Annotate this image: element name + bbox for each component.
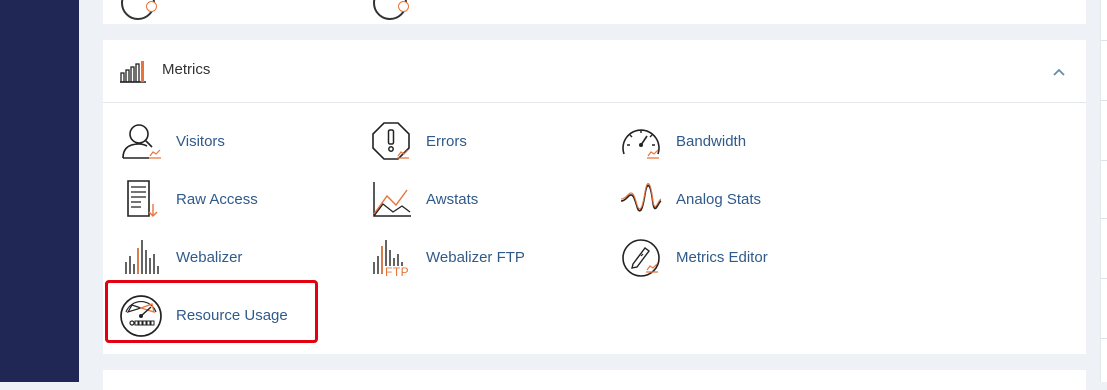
webalizer-icon <box>125 240 159 274</box>
item-label: Analog Stats <box>676 191 762 208</box>
errors-icon <box>372 122 410 160</box>
metrics-editor-link[interactable]: Metrics Editor <box>619 236 839 280</box>
next-panel <box>103 370 1086 390</box>
previous-panel <box>103 0 1086 24</box>
analog-stats-link[interactable]: Analog Stats <box>619 178 839 222</box>
left-sidebar <box>0 0 79 382</box>
raw-access-link[interactable]: Raw Access <box>119 178 339 222</box>
bandwidth-gauge-icon <box>622 129 660 159</box>
partial-icon <box>121 0 157 20</box>
metrics-bar-chart-icon <box>120 61 146 83</box>
item-label: Webalizer FTP <box>426 249 525 266</box>
metrics-editor-icon <box>622 239 660 277</box>
raw-access-document-icon <box>127 180 158 217</box>
visitors-link[interactable]: Visitors <box>119 120 339 164</box>
item-label: Visitors <box>176 133 225 150</box>
item-label: Webalizer <box>176 249 243 266</box>
webalizer-ftp-link[interactable]: FTP Webalizer FTP <box>369 236 589 280</box>
metrics-panel-header[interactable]: Metrics <box>103 40 1086 103</box>
awstats-line-chart-icon <box>373 182 411 217</box>
bandwidth-link[interactable]: Bandwidth <box>619 120 839 164</box>
visitors-icon <box>122 124 161 159</box>
ftp-icon-text: FTP <box>385 265 410 279</box>
item-label: Metrics Editor <box>676 249 768 266</box>
partial-icon <box>373 0 409 20</box>
panel-title: Metrics <box>162 61 211 78</box>
webalizer-link[interactable]: Webalizer <box>119 236 339 280</box>
awstats-link[interactable]: Awstats <box>369 178 589 222</box>
item-label: Errors <box>426 133 467 150</box>
item-label: Raw Access <box>176 191 258 208</box>
item-label: Awstats <box>426 191 479 208</box>
right-scroll-area <box>1100 0 1107 382</box>
resource-usage-highlight-box <box>105 280 318 343</box>
item-label: Bandwidth <box>676 133 747 150</box>
chevron-up-icon[interactable] <box>1051 66 1067 78</box>
errors-link[interactable]: Errors <box>369 120 589 164</box>
analog-stats-wave-icon <box>620 183 662 212</box>
